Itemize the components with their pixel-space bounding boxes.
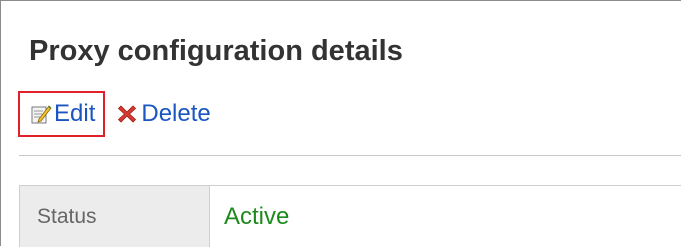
section-divider — [19, 155, 681, 156]
edit-label[interactable]: Edit — [54, 100, 95, 128]
screenshot-frame: Proxy configuration details Edit Delete … — [0, 0, 681, 247]
status-label-cell: Status — [20, 186, 210, 247]
details-table: Status Active — [19, 185, 681, 247]
status-value-cell: Active — [224, 202, 290, 230]
delete-label[interactable]: Delete — [141, 100, 210, 128]
page-title: Proxy configuration details — [29, 35, 403, 67]
red-x-icon — [118, 105, 137, 123]
delete-button[interactable]: Delete — [117, 100, 211, 128]
edit-document-icon — [31, 105, 52, 124]
edit-button[interactable]: Edit — [18, 91, 106, 137]
action-toolbar: Edit Delete — [18, 91, 211, 137]
